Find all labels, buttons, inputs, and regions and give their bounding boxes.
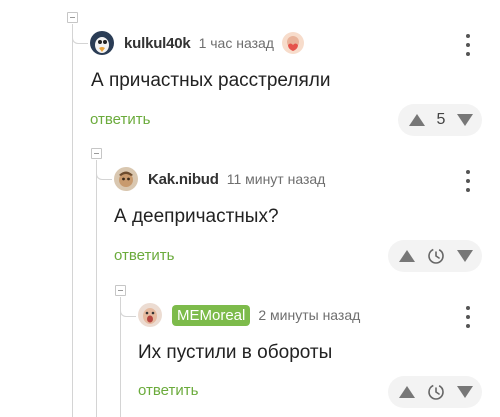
thread-line bbox=[96, 160, 97, 417]
vote-widget bbox=[388, 240, 482, 272]
upvote-icon[interactable] bbox=[398, 385, 416, 399]
downvote-icon[interactable] bbox=[456, 249, 474, 263]
award-icon[interactable] bbox=[281, 32, 304, 54]
collapse-icon[interactable] bbox=[115, 285, 126, 296]
comment-header: kulkul40k 1 час назад bbox=[90, 31, 304, 55]
timestamp: 1 час назад bbox=[198, 35, 274, 51]
avatar[interactable] bbox=[90, 31, 114, 55]
reply-button[interactable]: ответить bbox=[138, 382, 198, 399]
rating-count: 5 bbox=[436, 111, 446, 128]
comment-text: А причастных расстреляли bbox=[91, 70, 331, 91]
reply-button[interactable]: ответить bbox=[90, 111, 150, 128]
username[interactable]: kulkul40k bbox=[124, 35, 191, 52]
more-icon[interactable] bbox=[463, 306, 473, 328]
clock-icon bbox=[428, 248, 444, 264]
more-icon[interactable] bbox=[463, 170, 473, 192]
timestamp: 2 минуты назад bbox=[258, 307, 361, 323]
username[interactable]: MEMoreal bbox=[172, 304, 251, 326]
vote-widget: 5 bbox=[398, 104, 482, 136]
comment-header: Kak.nibud 11 минут назад bbox=[114, 167, 325, 191]
downvote-icon[interactable] bbox=[456, 385, 474, 399]
comment-text: Их пустили в обороты bbox=[138, 342, 333, 363]
collapse-icon[interactable] bbox=[67, 12, 78, 23]
comment-text: А деепричастных? bbox=[114, 206, 279, 227]
downvote-icon[interactable] bbox=[456, 113, 474, 127]
clock-icon bbox=[428, 384, 444, 400]
reply-button[interactable]: ответить bbox=[114, 247, 174, 264]
vote-widget bbox=[388, 376, 482, 408]
thread-hook bbox=[72, 28, 88, 44]
collapse-icon[interactable] bbox=[91, 148, 102, 159]
more-icon[interactable] bbox=[463, 34, 473, 56]
timestamp: 11 минут назад bbox=[226, 171, 326, 187]
upvote-icon[interactable] bbox=[408, 113, 426, 127]
comment-header: MEMoreal 2 минуты назад bbox=[138, 303, 360, 327]
comment-thread: kulkul40k 1 час назад А причастных расст… bbox=[0, 0, 500, 417]
upvote-icon[interactable] bbox=[398, 249, 416, 263]
avatar[interactable] bbox=[114, 167, 138, 191]
avatar[interactable] bbox=[138, 303, 162, 327]
thread-hook bbox=[120, 301, 136, 317]
username[interactable]: Kak.nibud bbox=[148, 171, 219, 188]
thread-line bbox=[72, 24, 73, 417]
thread-hook bbox=[96, 164, 112, 180]
